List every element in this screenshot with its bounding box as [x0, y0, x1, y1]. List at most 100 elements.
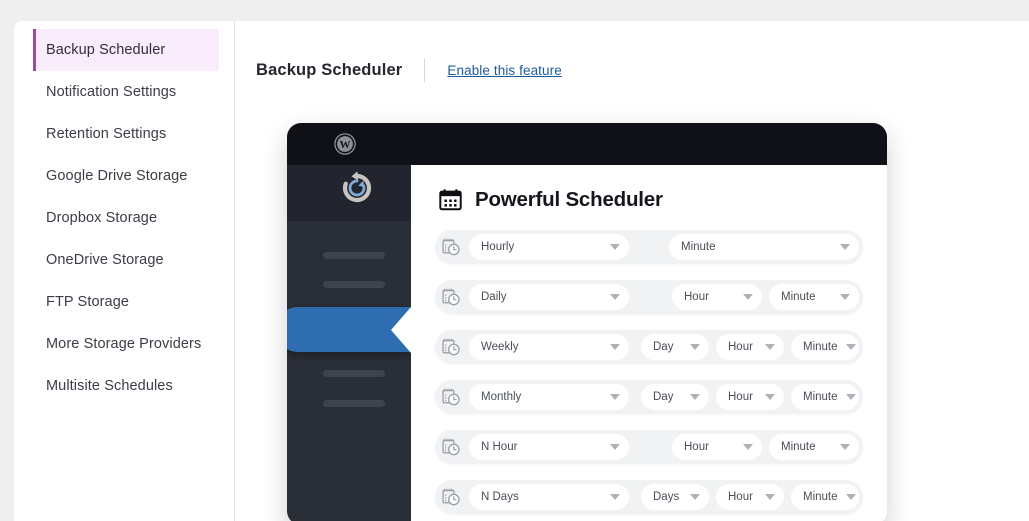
sidebar-item-label: Multisite Schedules [46, 378, 173, 394]
sidebar-item-label: OneDrive Storage [46, 252, 164, 268]
mock-active-menu-item[interactable] [287, 307, 410, 352]
chevron-down-icon [743, 294, 753, 300]
schedule-row: Daily Hour Minute [435, 280, 863, 314]
slot-value: Day [653, 391, 674, 403]
day-dropdown[interactable]: Day [641, 384, 709, 410]
sidebar-item-backup-scheduler[interactable]: Backup Scheduler [33, 29, 219, 71]
sidebar-item-ftp-storage[interactable]: FTP Storage [33, 281, 219, 323]
chevron-down-icon [840, 294, 850, 300]
header-divider [424, 58, 426, 82]
sidebar-item-retention-settings[interactable]: Retention Settings [33, 113, 219, 155]
frequency-dropdown[interactable]: N Hour [469, 434, 629, 460]
sidebar-item-google-drive-storage[interactable]: Google Drive Storage [33, 155, 219, 197]
slot-group: Day Hour Minute [641, 334, 859, 360]
chevron-down-icon [610, 394, 620, 400]
sidebar-item-multisite-schedules[interactable]: Multisite Schedules [33, 365, 219, 407]
calendar-clock-icon [442, 488, 460, 506]
slot-value: Hour [728, 491, 753, 503]
sidebar-item-label: Retention Settings [46, 126, 167, 142]
nav-top-spacer [14, 21, 234, 29]
chevron-down-icon [690, 394, 700, 400]
slot-group: Hour Minute [672, 284, 859, 310]
minute-dropdown[interactable]: Minute [791, 384, 859, 410]
chevron-down-icon [840, 444, 850, 450]
calendar-clock-icon [442, 338, 460, 356]
slot-group: Hour Minute [672, 434, 859, 460]
frequency-dropdown[interactable]: N Days [469, 484, 629, 510]
calendar-icon [439, 189, 462, 211]
frequency-value: Weekly [481, 341, 519, 353]
mock-menu-placeholder [323, 400, 385, 407]
wordpress-icon: W [334, 133, 356, 155]
mock-title: Powerful Scheduler [475, 187, 663, 211]
chevron-down-icon [610, 444, 620, 450]
enable-this-feature-link[interactable]: Enable this feature [447, 63, 561, 78]
frequency-dropdown[interactable]: Monthly [469, 384, 629, 410]
sidebar-item-label: Google Drive Storage [46, 168, 188, 184]
chevron-down-icon [765, 344, 775, 350]
mock-menu-placeholder [323, 370, 385, 377]
main-content: Backup Scheduler Enable this feature W P… [236, 21, 1029, 521]
sidebar-item-label: Dropbox Storage [46, 210, 158, 226]
chevron-down-icon [610, 294, 620, 300]
mock-menu-placeholder [323, 281, 385, 288]
slot-value: Hour [684, 441, 709, 453]
slot-value: Minute [803, 341, 838, 353]
settings-sidebar: Backup Scheduler Notification Settings R… [14, 21, 235, 521]
content-header: Backup Scheduler Enable this feature [256, 58, 562, 82]
mock-title-row: Powerful Scheduler [435, 187, 863, 212]
slot-value: Days [653, 491, 680, 503]
sidebar-item-notification-settings[interactable]: Notification Settings [33, 71, 219, 113]
chevron-down-icon [845, 344, 856, 350]
frequency-dropdown[interactable]: Weekly [469, 334, 629, 360]
page-title: Backup Scheduler [256, 60, 403, 79]
frequency-value: Monthly [481, 391, 522, 403]
minute-dropdown[interactable]: Minute [769, 284, 859, 310]
sidebar-item-label: More Storage Providers [46, 336, 202, 352]
screen: Backup Scheduler Notification Settings R… [0, 0, 1029, 521]
hour-dropdown[interactable]: Hour [716, 334, 784, 360]
chevron-down-icon [690, 494, 700, 500]
frequency-dropdown[interactable]: Hourly [469, 234, 629, 260]
minute-dropdown[interactable]: Minute [669, 234, 859, 260]
chevron-down-icon [765, 394, 775, 400]
frequency-dropdown[interactable]: Daily [469, 284, 629, 310]
hour-dropdown[interactable]: Hour [716, 384, 784, 410]
hour-dropdown[interactable]: Hour [716, 484, 784, 510]
minute-dropdown[interactable]: Minute [769, 434, 859, 460]
schedule-row: Monthly Day Hour Minute [435, 380, 863, 414]
chevron-down-icon [743, 444, 753, 450]
hour-dropdown[interactable]: Hour [672, 434, 762, 460]
minute-dropdown[interactable]: Minute [791, 334, 859, 360]
sidebar-item-label: Notification Settings [46, 84, 177, 100]
chevron-down-icon [845, 494, 856, 500]
slot-value: Minute [803, 391, 838, 403]
mock-scheduler-body: Powerful Scheduler Hourly Minute Daily H… [411, 165, 887, 521]
mock-menu-placeholder [323, 252, 385, 259]
minute-dropdown[interactable]: Minute [791, 484, 859, 510]
settings-panel: Backup Scheduler Notification Settings R… [14, 21, 1029, 521]
chevron-down-icon [840, 244, 850, 250]
chevron-down-icon [765, 494, 775, 500]
slot-value: Hour [728, 391, 753, 403]
day-dropdown[interactable]: Day [641, 334, 709, 360]
chevron-down-icon [610, 244, 620, 250]
slot-value: Minute [781, 291, 816, 303]
sidebar-item-onedrive-storage[interactable]: OneDrive Storage [33, 239, 219, 281]
hour-dropdown[interactable]: Hour [672, 284, 762, 310]
slot-value: Hour [684, 291, 709, 303]
slot-value: Minute [803, 491, 838, 503]
frequency-value: Hourly [481, 241, 515, 253]
sidebar-item-more-storage-providers[interactable]: More Storage Providers [33, 323, 219, 365]
frequency-value: N Days [481, 491, 519, 503]
slot-value: Minute [681, 241, 716, 253]
slot-group: Day Hour Minute [641, 384, 859, 410]
calendar-clock-icon [442, 238, 460, 256]
slot-value: Hour [728, 341, 753, 353]
restore-refresh-icon [342, 171, 372, 203]
sidebar-item-dropbox-storage[interactable]: Dropbox Storage [33, 197, 219, 239]
frequency-value: Daily [481, 291, 507, 303]
scheduler-preview-card: W Powerful Scheduler Hourly Minute Daily… [287, 123, 887, 521]
days-dropdown[interactable]: Days [641, 484, 709, 510]
slot-group: Days Hour Minute [641, 484, 859, 510]
